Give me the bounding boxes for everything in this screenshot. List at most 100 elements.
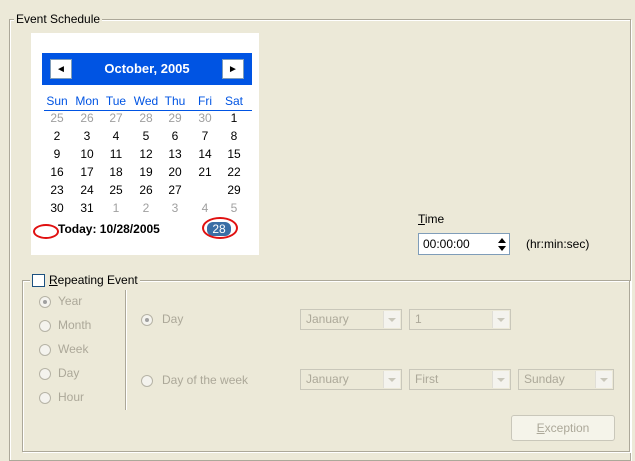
- day-of-week-option-radio[interactable]: [141, 375, 153, 387]
- time-spinner[interactable]: [494, 233, 510, 255]
- day-month-select[interactable]: January: [300, 309, 402, 330]
- calendar-day[interactable]: 27: [163, 183, 187, 197]
- chevron-down-icon: [383, 311, 400, 328]
- time-unit-label: (hr:min:sec): [526, 237, 590, 251]
- calendar-day[interactable]: 1: [222, 111, 246, 125]
- spin-down-icon[interactable]: [498, 246, 506, 251]
- repeating-event-mnemonic: R: [49, 273, 58, 287]
- calendar-day[interactable]: 30: [45, 201, 69, 215]
- calendar-day[interactable]: 22: [222, 165, 246, 179]
- frequency-hour-label: Hour: [58, 390, 85, 404]
- calendar-day[interactable]: 11: [104, 147, 128, 161]
- dow-month-value: January: [306, 372, 349, 386]
- day-number-value: 1: [415, 312, 422, 326]
- chevron-down-icon: [492, 371, 509, 388]
- calendar-day[interactable]: 8: [222, 129, 246, 143]
- dow-ordinal-value: First: [415, 372, 439, 386]
- calendar-day[interactable]: 2: [45, 129, 69, 143]
- month-calendar[interactable]: ◄ October, 2005 ► Sun Mon Tue Wed Thu Fr…: [31, 33, 259, 255]
- calendar-day[interactable]: 17: [75, 165, 99, 179]
- calendar-day-selected[interactable]: 28: [207, 222, 231, 236]
- calendar-day[interactable]: 15: [222, 147, 246, 161]
- repeating-event-label-rest: epeating Event: [57, 273, 138, 287]
- frequency-hour-radio[interactable]: [39, 392, 51, 404]
- calendar-day[interactable]: 25: [104, 183, 128, 197]
- frequency-week-radio[interactable]: [39, 344, 51, 356]
- calendar-day[interactable]: 3: [163, 201, 187, 215]
- calendar-day[interactable]: 6: [163, 129, 187, 143]
- day-option-label: Day: [162, 312, 184, 326]
- calendar-day[interactable]: 30: [193, 111, 217, 125]
- frequency-day-label: Day: [58, 366, 80, 380]
- event-schedule-legend: Event Schedule: [14, 12, 103, 26]
- exception-mnemonic: E: [536, 421, 545, 435]
- chevron-down-icon: [383, 371, 400, 388]
- dow-month-select[interactable]: January: [300, 369, 402, 390]
- calendar-day[interactable]: 29: [163, 111, 187, 125]
- calendar-day[interactable]: 29: [222, 183, 246, 197]
- frequency-year-radio[interactable]: [39, 296, 51, 308]
- calendar-day[interactable]: 9: [45, 147, 69, 161]
- exception-button[interactable]: Exception: [511, 415, 615, 441]
- calendar-day[interactable]: 2: [134, 201, 158, 215]
- frequency-month-radio[interactable]: [39, 320, 51, 332]
- chevron-down-icon: [492, 311, 509, 328]
- calendar-day[interactable]: 26: [75, 111, 99, 125]
- calendar-day[interactable]: 16: [45, 165, 69, 179]
- calendar-day[interactable]: 18: [104, 165, 128, 179]
- day-month-value: January: [306, 312, 349, 326]
- calendar-month-label[interactable]: October, 2005: [42, 61, 252, 76]
- weekday-label: Thu: [164, 94, 186, 108]
- dow-ordinal-select[interactable]: First: [409, 369, 511, 390]
- weekday-label: Fri: [198, 94, 212, 108]
- frequency-day-radio[interactable]: [39, 368, 51, 380]
- repeating-event-checkbox[interactable]: [32, 273, 45, 287]
- time-label-mnemonic: T: [418, 212, 425, 226]
- repeating-event-legend: Repeating Event: [30, 273, 140, 287]
- calendar-day[interactable]: 28: [134, 111, 158, 125]
- calendar-day[interactable]: 12: [134, 147, 158, 161]
- calendar-day[interactable]: 25: [45, 111, 69, 125]
- right-arrow-icon: ►: [228, 63, 238, 75]
- calendar-day[interactable]: 13: [163, 147, 187, 161]
- chevron-down-icon: [595, 371, 612, 388]
- calendar-day[interactable]: 26: [134, 183, 158, 197]
- calendar-day[interactable]: 27: [104, 111, 128, 125]
- calendar-day[interactable]: 4: [104, 129, 128, 143]
- weekday-label: Mon: [75, 94, 99, 108]
- dow-weekday-select[interactable]: Sunday: [518, 369, 614, 390]
- day-option-radio[interactable]: [141, 314, 153, 326]
- weekday-label: Sun: [46, 94, 68, 108]
- calendar-day[interactable]: 14: [193, 147, 217, 161]
- time-label: Time: [418, 212, 444, 226]
- exception-label-rest: xception: [544, 421, 590, 435]
- spin-up-icon[interactable]: [498, 238, 506, 243]
- calendar-day[interactable]: 23: [45, 183, 69, 197]
- calendar-day[interactable]: 7: [193, 129, 217, 143]
- calendar-day[interactable]: 31: [75, 201, 99, 215]
- weekday-header: Sun Mon Tue Wed Thu Fri Sat: [44, 94, 252, 111]
- calendar-day[interactable]: 24: [75, 183, 99, 197]
- next-month-button[interactable]: ►: [222, 59, 244, 79]
- frequency-divider: [125, 290, 126, 410]
- day-of-week-option-label: Day of the week: [162, 373, 249, 387]
- calendar-day[interactable]: 21: [193, 165, 217, 179]
- weekday-label: Wed: [133, 94, 159, 108]
- frequency-year-label: Year: [58, 294, 83, 308]
- calendar-day[interactable]: 5: [134, 129, 158, 143]
- repeating-event-label[interactable]: Repeating Event: [49, 273, 138, 287]
- calendar-day[interactable]: 19: [134, 165, 158, 179]
- dow-weekday-value: Sunday: [524, 372, 565, 386]
- day-number-select[interactable]: 1: [409, 309, 511, 330]
- weekday-label: Tue: [105, 94, 127, 108]
- calendar-day[interactable]: 5: [222, 201, 246, 215]
- calendar-day[interactable]: 20: [163, 165, 187, 179]
- calendar-day[interactable]: 1: [104, 201, 128, 215]
- time-label-rest: ime: [424, 212, 445, 226]
- calendar-day[interactable]: 10: [75, 147, 99, 161]
- calendar-header: ◄ October, 2005 ►: [42, 53, 252, 85]
- today-marker-icon: [33, 224, 59, 239]
- today-label[interactable]: Today: 10/28/2005: [58, 222, 160, 236]
- calendar-day[interactable]: 3: [75, 129, 99, 143]
- calendar-day[interactable]: 4: [193, 201, 217, 215]
